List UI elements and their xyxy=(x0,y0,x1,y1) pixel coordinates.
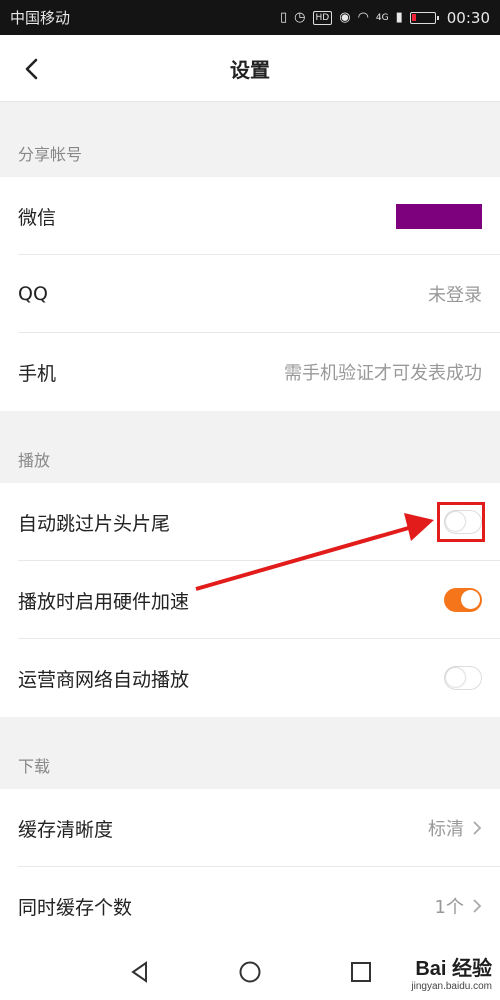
phone-status: 需手机验证才可发表成功 xyxy=(284,363,482,384)
section-header-download: 下载 xyxy=(0,717,500,789)
skip-intro-label: 自动跳过片头片尾 xyxy=(18,512,171,535)
alarm-icon: ◷ xyxy=(294,10,306,25)
setting-row-carrier-autoplay: 运营商网络自动播放 xyxy=(0,639,500,717)
status-bar: 中国移动 ▯ ◷ HD ◉ ◠ 4G ▮ 00:30 xyxy=(0,0,500,35)
eye-icon: ◉ xyxy=(339,10,351,25)
page-title: 设置 xyxy=(230,57,270,82)
network-type: 4G xyxy=(375,12,389,23)
chevron-right-icon xyxy=(473,821,482,835)
vibrate-icon: ▯ xyxy=(280,10,288,25)
watermark-main: Bai 经验 xyxy=(415,958,492,980)
setting-row-cache-quality[interactable]: 缓存清晰度 标清 xyxy=(0,789,500,867)
qq-status: 未登录 xyxy=(428,285,482,306)
annotation-highlight-box xyxy=(437,502,485,542)
setting-row-phone[interactable]: 手机 需手机验证才可发表成功 xyxy=(0,333,500,411)
wechat-label: 微信 xyxy=(18,206,57,229)
setting-row-qq[interactable]: QQ 未登录 xyxy=(0,255,500,333)
clock: 00:30 xyxy=(446,8,490,27)
hd-icon: HD xyxy=(312,10,333,25)
setting-row-wechat[interactable]: 微信 xyxy=(0,177,500,255)
section-header-playback: 播放 xyxy=(0,411,500,483)
carrier-autoplay-toggle[interactable] xyxy=(444,666,482,690)
watermark-sub: jingyan.baidu.com xyxy=(411,981,492,992)
cache-count-value: 1个 xyxy=(434,897,464,918)
nav-back-icon[interactable] xyxy=(128,960,152,984)
title-bar: 设置 xyxy=(0,35,500,102)
status-icons: ▯ ◷ HD ◉ ◠ 4G ▮ 00:30 xyxy=(280,9,490,27)
qq-label: QQ xyxy=(18,283,48,305)
nav-home-icon[interactable] xyxy=(238,960,262,984)
cache-quality-value: 标清 xyxy=(428,819,464,840)
setting-row-cache-count[interactable]: 同时缓存个数 1个 xyxy=(0,867,500,945)
cache-quality-value-wrap: 标清 xyxy=(428,815,482,841)
wifi-icon: ◠ xyxy=(357,10,369,25)
back-arrow-icon[interactable] xyxy=(20,57,44,81)
chevron-right-icon xyxy=(473,899,482,913)
section-header-share: 分享帐号 xyxy=(0,103,500,177)
carrier-autoplay-label: 运营商网络自动播放 xyxy=(18,668,190,691)
signal-icon: ▮ xyxy=(395,10,403,25)
cache-count-value-wrap: 1个 xyxy=(435,893,482,919)
setting-row-skip-intro: 自动跳过片头片尾 xyxy=(0,483,500,561)
hw-accel-toggle[interactable] xyxy=(444,588,482,612)
hw-accel-label: 播放时启用硬件加速 xyxy=(18,590,190,613)
nav-recents-icon[interactable] xyxy=(349,960,373,984)
carrier-name: 中国移动 xyxy=(10,9,71,27)
phone-label: 手机 xyxy=(18,362,57,385)
cache-quality-label: 缓存清晰度 xyxy=(18,818,114,841)
battery-icon xyxy=(409,11,439,24)
cache-count-label: 同时缓存个数 xyxy=(18,896,133,919)
wechat-account-redacted xyxy=(396,203,482,229)
setting-row-hw-accel: 播放时启用硬件加速 xyxy=(0,561,500,639)
baidu-jingyan-watermark: Bai 经验 jingyan.baidu.com xyxy=(411,952,492,992)
